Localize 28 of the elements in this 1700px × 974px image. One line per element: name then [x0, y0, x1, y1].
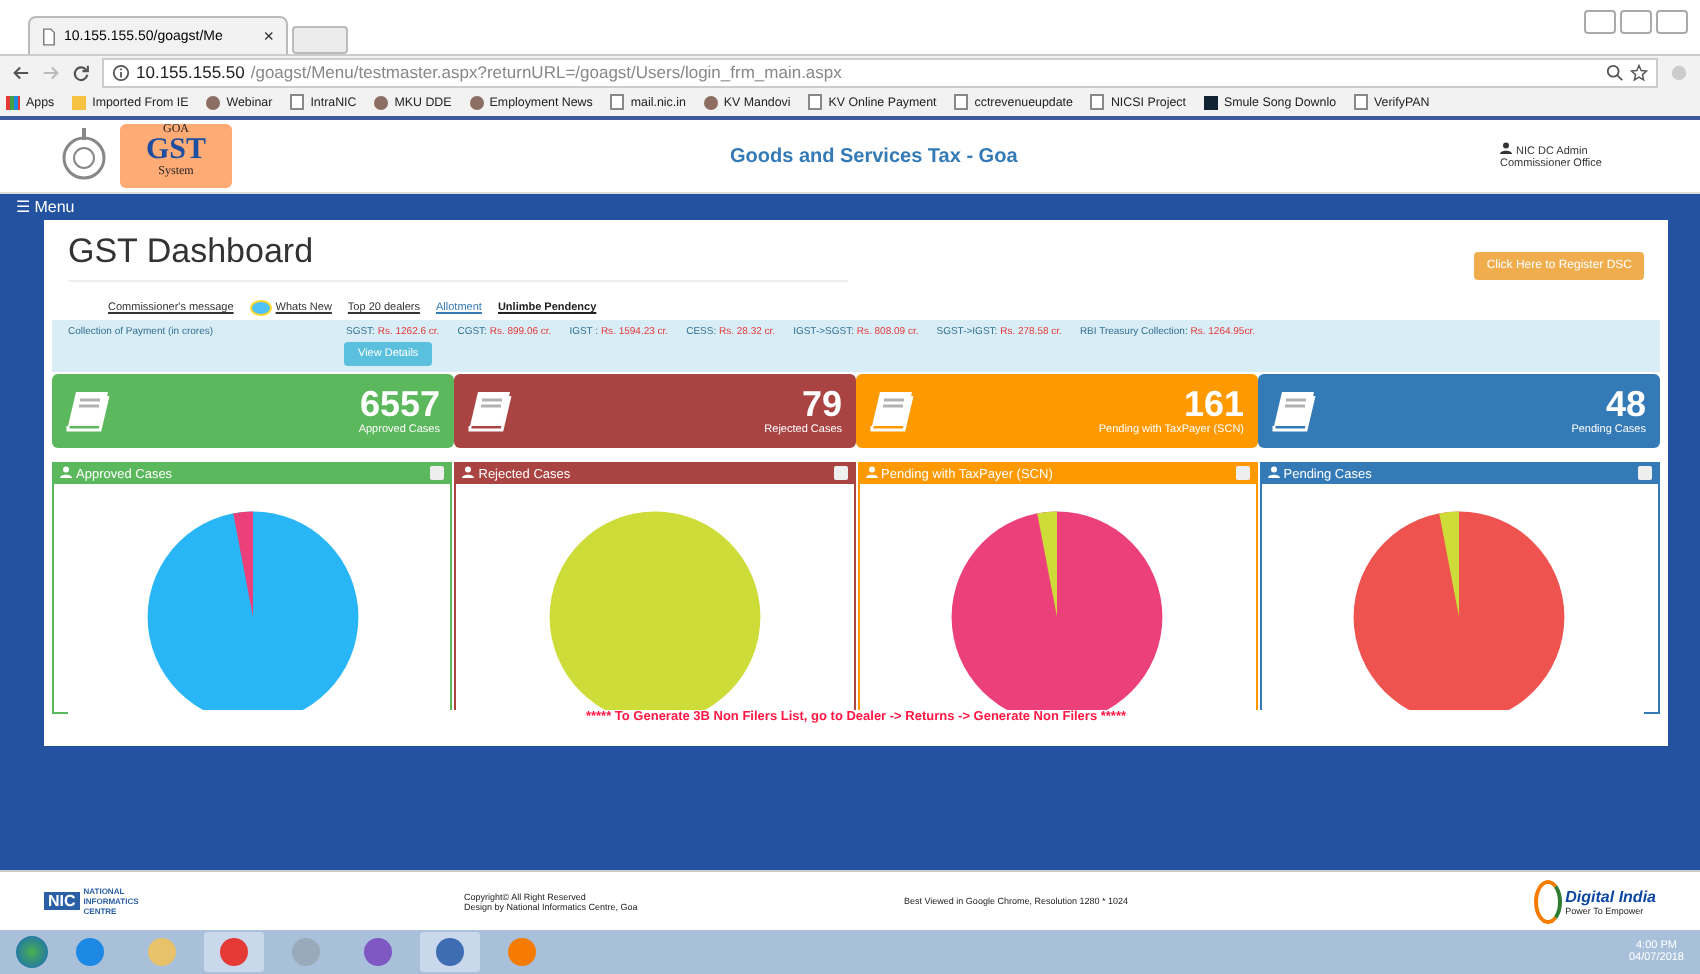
- case-count: 79: [799, 385, 842, 424]
- site-title: Goods and Services Tax - Goa: [728, 145, 1020, 167]
- page-icon: [42, 27, 56, 45]
- book-icon: [1272, 389, 1320, 433]
- case-count: 6557: [358, 385, 440, 424]
- book-icon: [870, 389, 918, 433]
- restore-button[interactable]: [1656, 10, 1688, 34]
- address-field[interactable]: 10.155.155.50 /goagst/Menu/testmaster.aspx?returnURL=/goagst/Users/login_frm_main.aspx: [102, 57, 1658, 87]
- menu-button[interactable]: ☰ Menu: [16, 198, 75, 216]
- star-icon[interactable]: [1630, 63, 1648, 81]
- book-icon: [468, 389, 516, 433]
- minimize-button[interactable]: [1620, 10, 1652, 34]
- tab-close-button[interactable]: ×: [263, 26, 274, 46]
- case-count: 48: [1603, 385, 1646, 424]
- dashboard-title: GST Dashboard: [68, 232, 848, 282]
- collapse-button[interactable]: [833, 466, 847, 480]
- info-icon: [112, 63, 130, 81]
- zoom-icon[interactable]: [1606, 63, 1624, 81]
- start-button[interactable]: [16, 936, 48, 968]
- reload-icon[interactable]: [72, 63, 90, 81]
- case-count: 161: [1181, 385, 1244, 424]
- collapse-button[interactable]: [430, 466, 445, 480]
- extension-icon[interactable]: [1670, 63, 1688, 81]
- new-badge-icon: [249, 300, 272, 316]
- new-tab-button[interactable]: [292, 26, 348, 54]
- book-icon: [66, 389, 114, 433]
- forward-icon[interactable]: [42, 63, 60, 81]
- back-icon[interactable]: [12, 63, 30, 81]
